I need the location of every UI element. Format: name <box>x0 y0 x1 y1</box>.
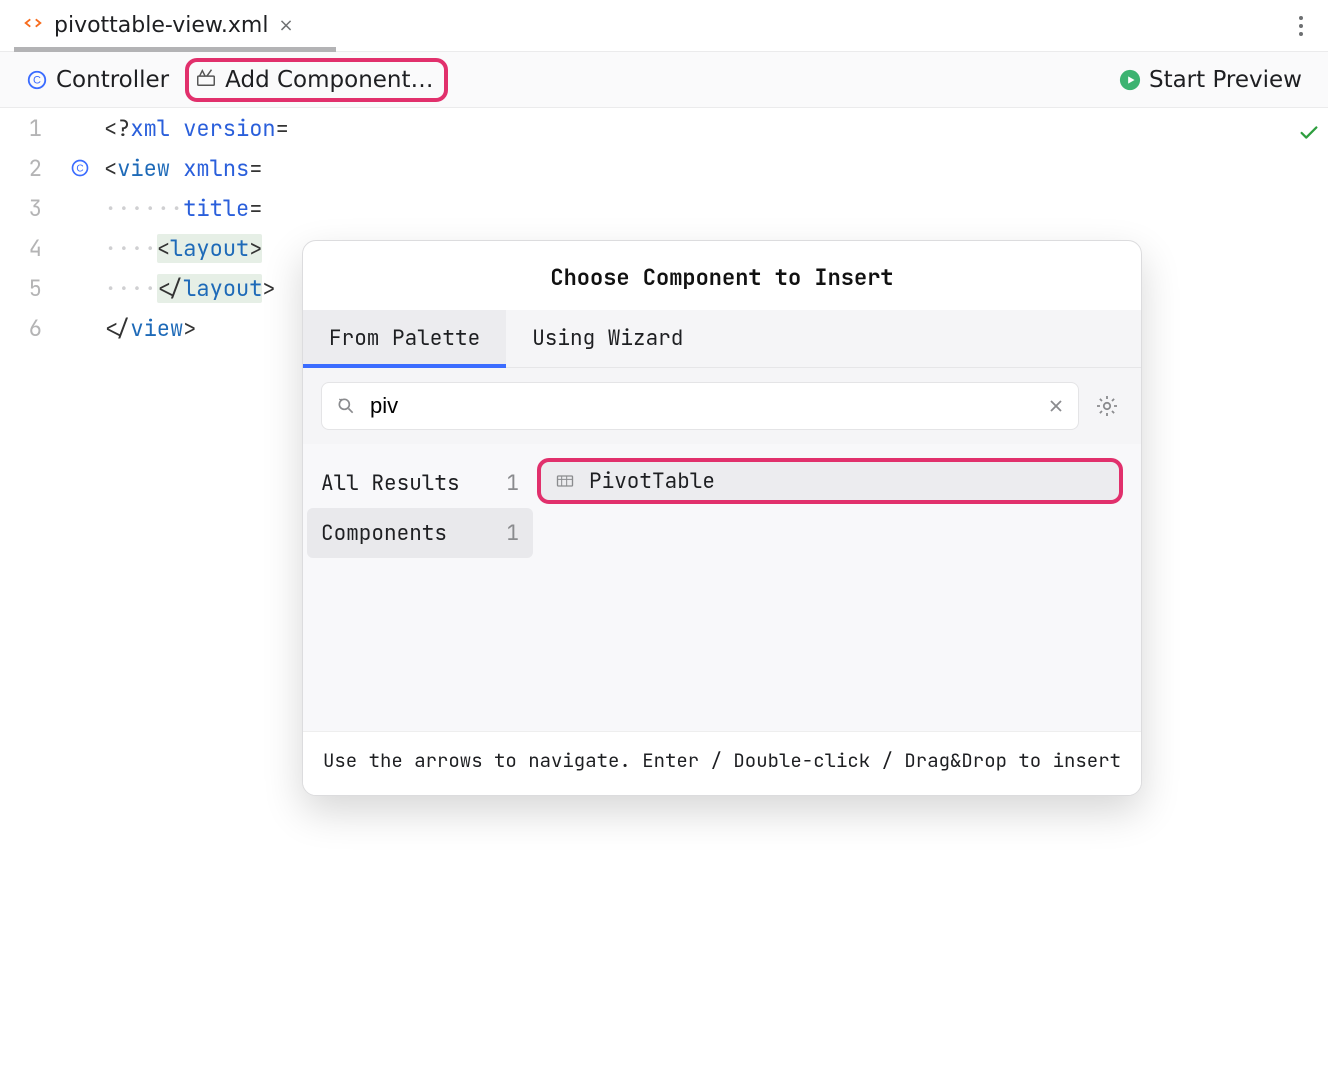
clear-search-icon[interactable] <box>1048 392 1064 421</box>
popup-body: All Results 1 Components 1 PivotTable <box>303 444 1141 731</box>
start-preview-label: Start Preview <box>1149 67 1302 93</box>
code-editor[interactable]: 1 <?xml version= 2 <view xmlns= 3 ······title… <box>0 108 1328 1086</box>
code-content: </view> <box>104 314 196 343</box>
popup-tab-row: From Palette Using Wizard <box>303 310 1141 368</box>
controller-button[interactable]: C Controller <box>18 63 177 97</box>
code-content: ····</layout> <box>104 274 276 303</box>
choose-component-popup: Choose Component to Insert From Palette … <box>302 240 1142 796</box>
editor-tab-row: pivottable-view.xml × <box>0 0 1328 52</box>
code-content: <view xmlns= <box>104 154 262 183</box>
code-content: <?xml version= <box>104 114 289 143</box>
controller-label: Controller <box>56 67 169 93</box>
facet-item[interactable]: All Results 1 <box>303 458 537 508</box>
line-number: 3 <box>0 194 60 223</box>
file-tab-filename: pivottable-view.xml <box>54 13 268 38</box>
line-number: 6 <box>0 314 60 343</box>
facet-count: 1 <box>506 520 519 547</box>
popup-settings-button[interactable] <box>1091 394 1123 418</box>
popup-title: Choose Component to Insert <box>303 241 1141 310</box>
xml-file-icon <box>22 12 44 40</box>
result-row[interactable]: PivotTable <box>537 458 1123 504</box>
component-icon <box>555 471 575 491</box>
code-line[interactable]: 3 ······title= <box>0 188 1328 228</box>
search-input[interactable] <box>370 393 1034 419</box>
inspection-ok-icon[interactable] <box>1298 122 1320 151</box>
result-list: PivotTable <box>537 444 1141 731</box>
code-content: ······title= <box>104 194 262 223</box>
popup-hint: Use the arrows to navigate. Enter / Doub… <box>303 731 1141 795</box>
tab-from-palette-label: From Palette <box>329 325 480 352</box>
tab-from-palette[interactable]: From Palette <box>303 310 506 367</box>
palette-icon <box>195 66 217 94</box>
search-icon <box>336 396 356 416</box>
svg-text:C: C <box>33 74 41 86</box>
line-number: 1 <box>0 114 60 143</box>
facet-label: Components <box>321 520 447 547</box>
tab-using-wizard-label: Using Wizard <box>532 325 683 352</box>
file-tab-active[interactable]: pivottable-view.xml × <box>0 0 310 52</box>
result-label: PivotTable <box>589 468 715 495</box>
search-box[interactable] <box>321 382 1079 430</box>
line-number: 2 <box>0 154 60 183</box>
add-component-button[interactable]: Add Component… <box>185 58 447 102</box>
facet-list: All Results 1 Components 1 <box>303 444 537 731</box>
line-number: 5 <box>0 274 60 303</box>
code-line[interactable]: 2 <view xmlns= <box>0 148 1328 188</box>
start-preview-button[interactable]: Start Preview <box>1111 63 1310 97</box>
code-line[interactable]: 1 <?xml version= <box>0 108 1328 148</box>
code-content: ····<layout> <box>104 234 262 263</box>
facet-label: All Results <box>321 470 460 497</box>
tab-using-wizard[interactable]: Using Wizard <box>506 310 709 367</box>
editor-toolbar: C Controller Add Component… Start Previe… <box>0 52 1328 108</box>
facet-count: 1 <box>506 470 519 497</box>
editor-more-menu[interactable] <box>1274 0 1328 52</box>
line-number: 4 <box>0 234 60 263</box>
facet-item[interactable]: Components 1 <box>307 508 533 558</box>
popup-search-row <box>303 368 1141 444</box>
svg-text:C: C <box>76 163 83 174</box>
close-tab-icon[interactable]: × <box>278 15 293 36</box>
add-component-label: Add Component… <box>225 67 433 93</box>
controller-gutter-icon[interactable]: C <box>66 156 94 185</box>
